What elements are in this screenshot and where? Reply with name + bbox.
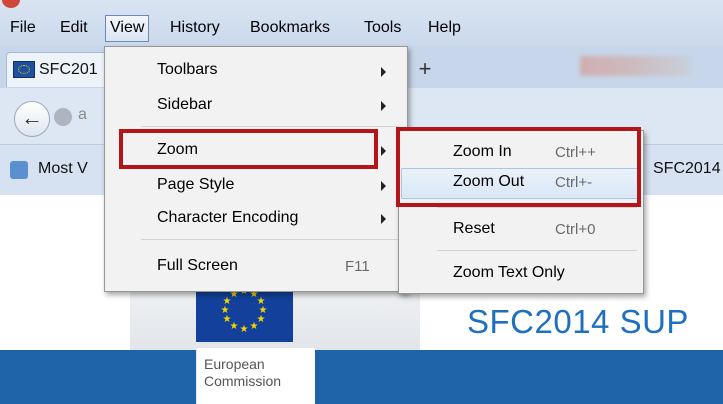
chevron-right-icon	[381, 67, 386, 77]
menu-item-reset[interactable]: Reset	[453, 220, 495, 238]
tab-title: SFC201	[39, 61, 98, 78]
page-blue-band	[0, 350, 723, 404]
logo-line-european: European	[204, 356, 265, 372]
menu-edit[interactable]: Edit	[60, 19, 88, 37]
url-input[interactable]: a	[78, 106, 90, 124]
menu-separator	[437, 250, 637, 251]
menu-item-sidebar[interactable]: Sidebar	[157, 96, 212, 114]
menu-help[interactable]: Help	[428, 19, 461, 37]
shortcut-reset: Ctrl+0	[555, 221, 596, 238]
bookmark-sfc2014[interactable]: SFC2014	[653, 160, 721, 178]
bookmark-most-visited[interactable]: Most V	[38, 160, 88, 178]
new-tab-button[interactable]: +	[412, 54, 438, 84]
menu-tools[interactable]: Tools	[364, 19, 401, 37]
shortcut-f11: F11	[345, 258, 370, 275]
chevron-right-icon	[381, 214, 386, 224]
logo-line-commission: Commission	[204, 373, 282, 389]
menu-item-toolbars[interactable]: Toolbars	[157, 61, 217, 79]
menu-item-full-screen[interactable]: Full Screen	[157, 257, 238, 275]
menu-separator	[437, 207, 637, 208]
svg-text:★: ★	[240, 324, 249, 335]
most-visited-icon	[10, 161, 28, 179]
menu-bookmarks[interactable]: Bookmarks	[250, 19, 330, 37]
svg-text:★: ★	[250, 321, 259, 332]
back-button[interactable]: ←	[14, 101, 50, 137]
menu-item-page-style[interactable]: Page Style	[157, 176, 234, 194]
chevron-right-icon	[381, 146, 386, 156]
menu-separator	[141, 239, 399, 240]
window-icon	[2, 0, 20, 8]
chevron-right-icon	[381, 101, 386, 111]
menu-file[interactable]: File	[10, 19, 36, 37]
menu-item-zoom-text-only[interactable]: Zoom Text Only	[453, 264, 565, 282]
zoom-highlight-frame	[119, 129, 378, 169]
blurred-tab[interactable]	[580, 56, 690, 76]
commission-logo-text: European Commission	[204, 356, 314, 390]
menu-separator	[141, 126, 399, 127]
view-menu: Toolbars Sidebar Zoom Page Style Charact…	[104, 46, 408, 292]
site-identity-icon[interactable]	[54, 108, 72, 126]
menu-view[interactable]: View	[105, 15, 150, 42]
menu-item-character-encoding[interactable]: Character Encoding	[157, 209, 298, 227]
tab-sfc2014[interactable]: SFC201	[6, 52, 108, 87]
zoom-options-highlight-frame	[396, 127, 641, 207]
chevron-right-icon	[381, 181, 386, 191]
menu-history[interactable]: History	[170, 19, 220, 37]
site-title: SFC2014 SUP	[467, 303, 689, 340]
eu-flag-icon	[13, 61, 35, 78]
